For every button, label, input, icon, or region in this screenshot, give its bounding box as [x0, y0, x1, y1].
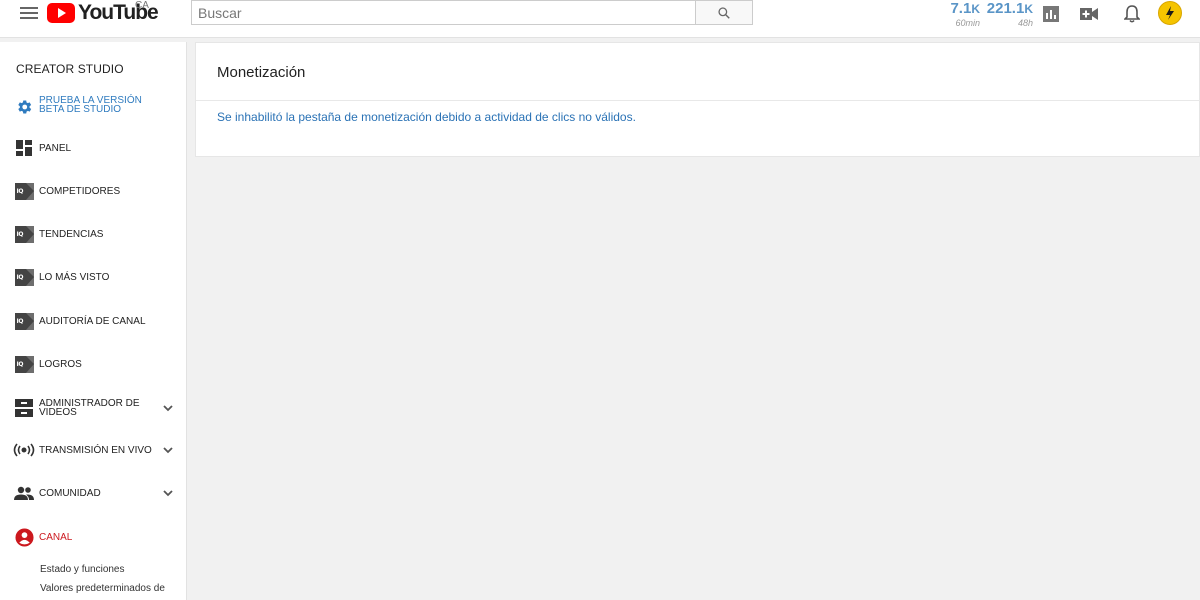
sidebar-item-logros[interactable]: IQ LOGROS: [0, 354, 186, 374]
search-button[interactable]: [695, 0, 753, 25]
sidebar-item-comunidad[interactable]: COMUNIDAD: [0, 483, 186, 503]
views-48h-stat[interactable]: 221.1K 48h: [985, 1, 1033, 29]
account-icon: [14, 527, 34, 547]
iq-icon: IQ: [14, 181, 34, 201]
sidebar-item-label: PANEL: [39, 143, 72, 154]
chevron-down-icon[interactable]: [162, 444, 174, 456]
sidebar-item-label: TRANSMISIÓN EN VIVO: [39, 445, 152, 456]
views-60min-label: 60min: [955, 18, 980, 28]
sidebar-subitem-estado-y-funciones[interactable]: Estado y funciones: [40, 564, 125, 575]
search-input[interactable]: [191, 0, 696, 25]
bell-icon: [1124, 5, 1140, 23]
iq-icon: IQ: [14, 311, 34, 331]
create-video-button[interactable]: [1078, 3, 1100, 25]
avatar-logo-icon: [1166, 6, 1174, 20]
sidebar-item-label: PRUEBA LA VERSIÓN BETA DE STUDIO: [39, 95, 142, 115]
create-video-icon: [1080, 8, 1098, 20]
sidebar-item-label: LO MÁS VISTO: [39, 272, 110, 283]
sidebar-subitem-valores-predeterminados[interactable]: Valores predeterminados de: [40, 583, 165, 594]
sidebar-title: CREATOR STUDIO: [16, 62, 124, 76]
iq-icon-text: IQ: [16, 230, 24, 238]
iq-icon: IQ: [14, 354, 34, 374]
sidebar-item-label: COMPETIDORES: [39, 186, 121, 197]
sidebar-item-label: COMUNIDAD: [39, 488, 101, 499]
sidebar-item-administrador-de-videos[interactable]: ADMINISTRADOR DE VIDEOS: [0, 397, 186, 419]
top-bar: YouTube CA 7.1K 60min 221.1K 48h: [0, 0, 1200, 38]
panel-divider: [196, 100, 1200, 101]
views-48h-unit: K: [1024, 2, 1033, 16]
gear-icon: [14, 97, 34, 117]
sidebar-item-label: CANAL: [39, 532, 73, 543]
iq-icon-text: IQ: [16, 317, 24, 325]
analytics-icon: [1043, 6, 1059, 22]
sidebar-item-competidores[interactable]: IQ COMPETIDORES: [0, 181, 186, 201]
country-code: CA: [135, 0, 149, 11]
sidebar-item-label: AUDITORÍA DE CANAL: [39, 316, 146, 327]
monetization-panel: Monetización Se inhabilitó la pestaña de…: [195, 42, 1200, 157]
iq-icon-text: IQ: [16, 273, 24, 281]
notifications-button[interactable]: [1121, 3, 1143, 25]
sidebar-item-label: TENDENCIAS: [39, 229, 104, 240]
youtube-play-icon: [47, 3, 75, 23]
chevron-down-icon[interactable]: [162, 402, 174, 414]
views-48h-value: 221.1: [986, 0, 1025, 17]
iq-icon: IQ: [14, 224, 34, 244]
sidebar-item-canal[interactable]: CANAL: [0, 526, 186, 548]
search-icon: [718, 6, 730, 19]
avatar[interactable]: [1158, 1, 1182, 25]
sidebar-item-auditoria-de-canal[interactable]: IQ AUDITORÍA DE CANAL: [0, 311, 186, 331]
views-48h-label: 48h: [1017, 18, 1033, 28]
dashboard-icon: [14, 138, 34, 158]
views-60min-stat[interactable]: 7.1K 60min: [946, 1, 980, 29]
iq-icon-text: IQ: [16, 187, 24, 195]
chevron-down-icon[interactable]: [162, 487, 174, 499]
sidebar: CREATOR STUDIO PRUEBA LA VERSIÓN BETA DE…: [0, 42, 187, 600]
menu-icon[interactable]: [20, 7, 38, 19]
sidebar-item-beta-studio[interactable]: PRUEBA LA VERSIÓN BETA DE STUDIO: [0, 94, 186, 120]
views-60min-value: 7.1: [950, 0, 972, 17]
community-icon: [14, 483, 34, 503]
sidebar-item-label: ADMINISTRADOR DE VIDEOS: [39, 398, 140, 418]
iq-icon-text: IQ: [16, 360, 24, 368]
video-manager-icon: [14, 398, 34, 418]
page-title: Monetización: [217, 64, 306, 81]
live-icon: [12, 440, 36, 460]
sidebar-item-tendencias[interactable]: IQ TENDENCIAS: [0, 224, 186, 244]
sidebar-item-lo-mas-visto[interactable]: IQ LO MÁS VISTO: [0, 267, 186, 287]
analytics-button[interactable]: [1040, 3, 1062, 25]
monetization-disabled-message: Se inhabilitó la pestaña de monetización…: [217, 110, 636, 124]
sidebar-item-panel[interactable]: PANEL: [0, 138, 186, 158]
views-60min-unit: K: [971, 2, 980, 16]
iq-icon: IQ: [14, 267, 34, 287]
sidebar-item-label: LOGROS: [39, 359, 82, 370]
sidebar-item-transmision-en-vivo[interactable]: TRANSMISIÓN EN VIVO: [0, 440, 186, 460]
